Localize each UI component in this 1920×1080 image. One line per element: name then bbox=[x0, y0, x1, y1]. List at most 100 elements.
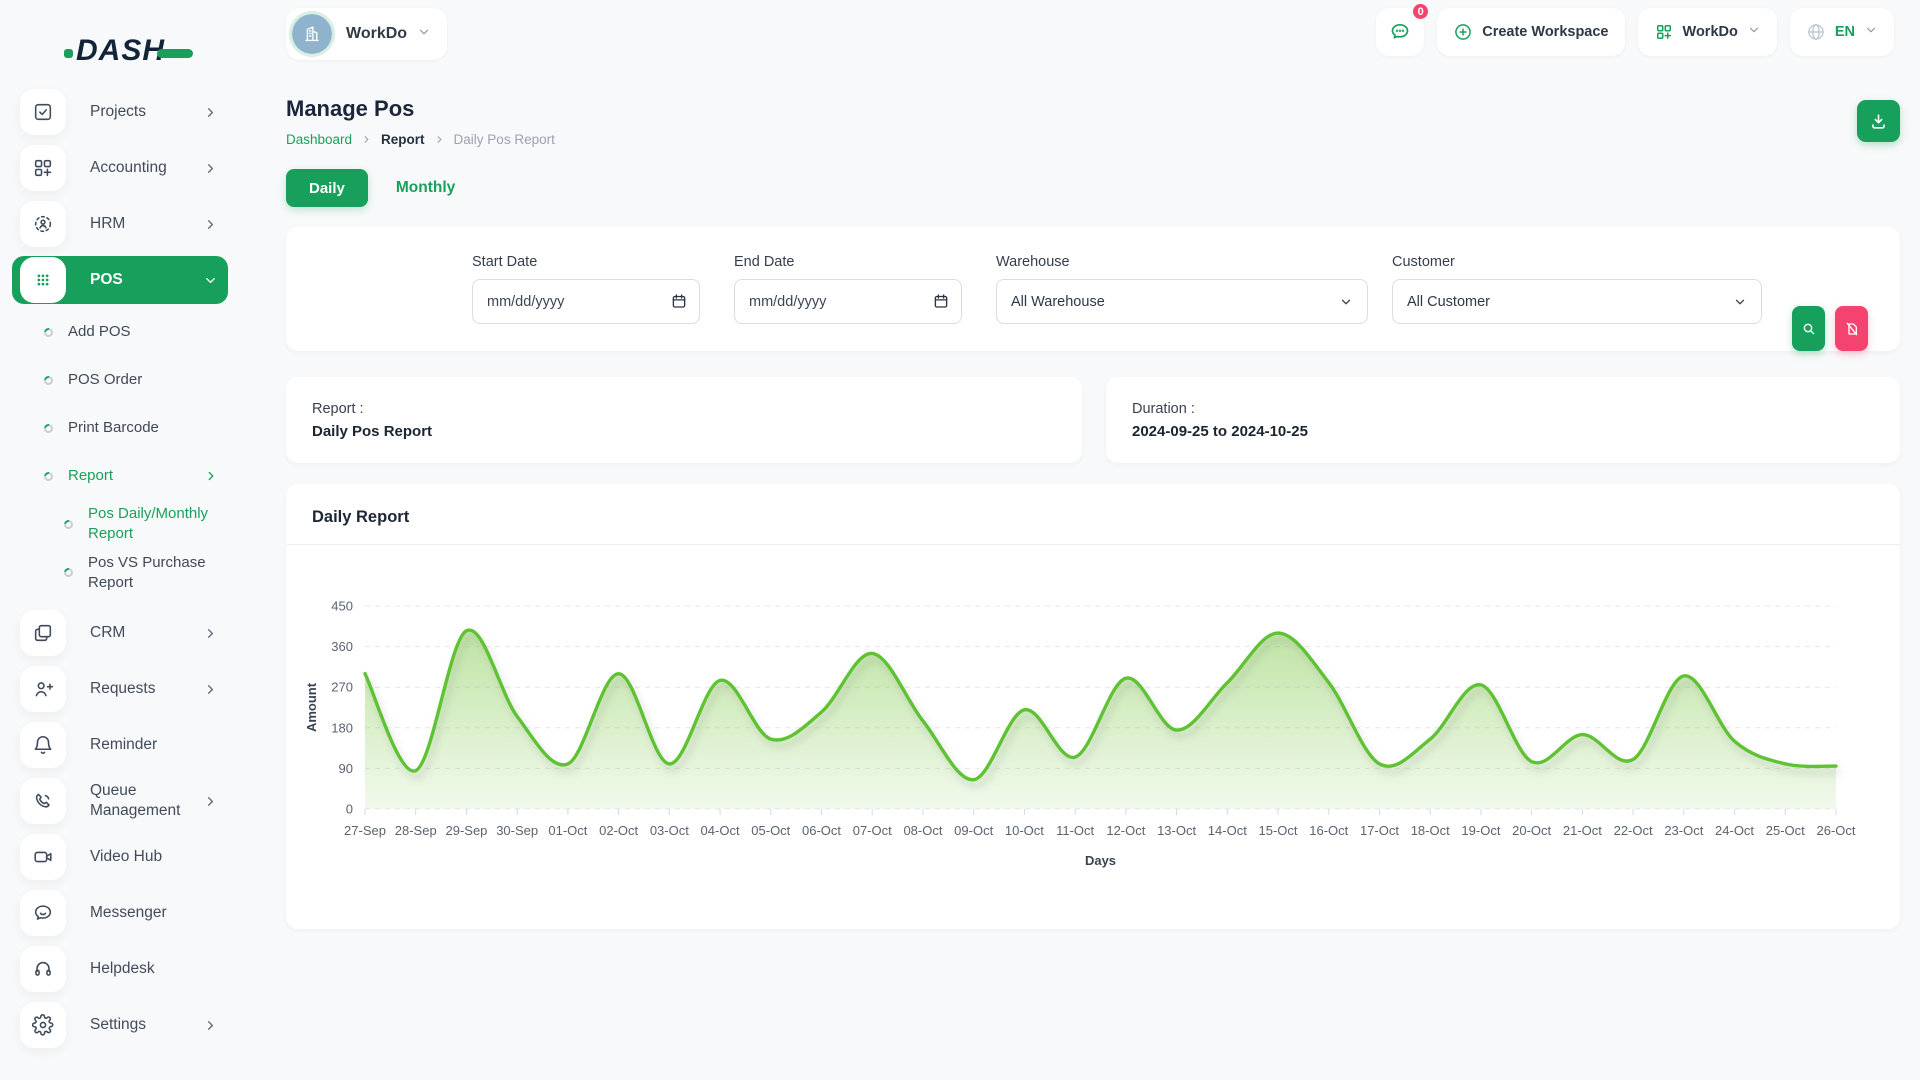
bullet-icon bbox=[62, 518, 75, 531]
page-header: Manage Pos Dashboard Report Daily Pos Re… bbox=[286, 96, 1900, 147]
svg-text:360: 360 bbox=[331, 639, 353, 654]
sidebar-subitem-print-barcode[interactable]: Print Barcode bbox=[12, 408, 228, 448]
start-date-label: Start Date bbox=[472, 254, 700, 270]
duration-summary-card: Duration : 2024-09-25 to 2024-10-25 bbox=[1106, 377, 1900, 463]
pos-icon bbox=[20, 257, 66, 303]
sidebar-item-messenger[interactable]: Messenger bbox=[12, 889, 228, 937]
daily-report-chart: 09018027036045027-Sep28-Sep29-Sep30-Sep0… bbox=[286, 545, 1900, 917]
svg-text:22-Oct: 22-Oct bbox=[1614, 823, 1653, 838]
reset-filter-button[interactable] bbox=[1835, 306, 1868, 351]
customer-select[interactable]: All Customer bbox=[1392, 279, 1762, 324]
svg-text:01-Oct: 01-Oct bbox=[548, 823, 587, 838]
workspace-switcher[interactable]: WorkDo bbox=[286, 8, 447, 60]
end-date-field: End Date bbox=[734, 254, 962, 324]
sidebar-item-queue-management[interactable]: Queue Management bbox=[12, 777, 228, 825]
report-period-tabs: Daily Monthly bbox=[286, 169, 1900, 207]
tab-monthly[interactable]: Monthly bbox=[396, 179, 455, 197]
bullet-icon bbox=[42, 374, 55, 387]
create-workspace-button[interactable]: Create Workspace bbox=[1437, 8, 1624, 56]
chevron-right-icon bbox=[203, 217, 218, 232]
svg-text:0: 0 bbox=[346, 802, 353, 817]
sidebar-subitem-pos-daily-monthly-report[interactable]: Pos Daily/Monthly Report bbox=[12, 504, 228, 545]
apply-filter-button[interactable] bbox=[1792, 306, 1825, 351]
svg-text:24-Oct: 24-Oct bbox=[1715, 823, 1754, 838]
warehouse-select[interactable]: All Warehouse bbox=[996, 279, 1368, 324]
accounting-icon bbox=[20, 145, 66, 191]
sidebar-subitem-add-pos[interactable]: Add POS bbox=[12, 312, 228, 352]
sidebar-item-projects[interactable]: Projects bbox=[12, 88, 228, 136]
sidebar-item-settings[interactable]: Settings bbox=[12, 1001, 228, 1049]
chevron-right-icon bbox=[434, 134, 445, 145]
projects-icon bbox=[20, 89, 66, 135]
download-report-button[interactable] bbox=[1857, 100, 1900, 142]
svg-text:25-Oct: 25-Oct bbox=[1766, 823, 1805, 838]
sidebar-item-helpdesk[interactable]: Helpdesk bbox=[12, 945, 228, 993]
svg-text:12-Oct: 12-Oct bbox=[1106, 823, 1145, 838]
chevron-right-icon bbox=[361, 134, 372, 145]
page-title: Manage Pos bbox=[286, 96, 555, 122]
svg-text:270: 270 bbox=[331, 680, 353, 695]
svg-text:Amount: Amount bbox=[304, 682, 319, 732]
brand-logo[interactable]: DASH bbox=[0, 22, 240, 80]
messages-button[interactable]: 0 bbox=[1376, 8, 1424, 56]
chevron-down-icon bbox=[203, 273, 218, 288]
hrm-icon bbox=[20, 201, 66, 247]
sidebar-item-reminder[interactable]: Reminder bbox=[12, 721, 228, 769]
svg-text:16-Oct: 16-Oct bbox=[1309, 823, 1348, 838]
download-icon bbox=[1869, 112, 1888, 131]
svg-text:21-Oct: 21-Oct bbox=[1563, 823, 1602, 838]
building-icon bbox=[301, 23, 323, 45]
sidebar-subitem-label: POS Order bbox=[68, 370, 142, 390]
svg-text:13-Oct: 13-Oct bbox=[1157, 823, 1196, 838]
svg-text:09-Oct: 09-Oct bbox=[954, 823, 993, 838]
chart-title: Daily Report bbox=[286, 484, 1900, 545]
breadcrumb-current: Daily Pos Report bbox=[454, 132, 555, 147]
sidebar-item-crm[interactable]: CRM bbox=[12, 609, 228, 657]
sidebar-subitem-pos-order[interactable]: POS Order bbox=[12, 360, 228, 400]
breadcrumb-dashboard[interactable]: Dashboard bbox=[286, 132, 352, 147]
workdo-menu-button[interactable]: WorkDo bbox=[1638, 8, 1777, 56]
logo-dot bbox=[64, 49, 73, 58]
workspace-name: WorkDo bbox=[346, 25, 407, 43]
sidebar-item-accounting[interactable]: Accounting bbox=[12, 144, 228, 192]
sidebar-item-pos[interactable]: POS bbox=[12, 256, 228, 304]
warehouse-field: Warehouse All Warehouse bbox=[996, 254, 1368, 324]
start-date-field: Start Date bbox=[472, 254, 700, 324]
sidebar-item-label: Queue Management bbox=[90, 781, 203, 821]
svg-text:14-Oct: 14-Oct bbox=[1208, 823, 1247, 838]
crm-icon bbox=[20, 610, 66, 656]
report-label: Report : bbox=[312, 401, 1056, 417]
sidebar-item-label: Messenger bbox=[90, 903, 167, 923]
svg-text:10-Oct: 10-Oct bbox=[1005, 823, 1044, 838]
chevron-right-icon bbox=[203, 105, 218, 120]
tab-daily[interactable]: Daily bbox=[286, 169, 368, 207]
breadcrumb-report[interactable]: Report bbox=[381, 132, 425, 147]
svg-text:08-Oct: 08-Oct bbox=[903, 823, 942, 838]
report-value: Daily Pos Report bbox=[312, 423, 1056, 440]
language-selector[interactable]: EN bbox=[1790, 8, 1894, 56]
chevron-right-icon bbox=[204, 469, 218, 483]
svg-text:450: 450 bbox=[331, 599, 353, 614]
bullet-icon bbox=[42, 422, 55, 435]
sidebar-item-label: Video Hub bbox=[90, 847, 162, 867]
end-date-input[interactable] bbox=[734, 279, 962, 324]
sidebar-subitem-report[interactable]: Report bbox=[12, 456, 228, 496]
topbar-actions: 0 Create Workspace WorkDo EN bbox=[1376, 8, 1894, 56]
chevron-down-icon bbox=[1864, 23, 1878, 41]
svg-text:19-Oct: 19-Oct bbox=[1461, 823, 1500, 838]
sidebar-subitem-label: Pos VS Purchase Report bbox=[88, 553, 228, 594]
start-date-input[interactable] bbox=[472, 279, 700, 324]
sidebar-subitem-pos-vs-purchase-report[interactable]: Pos VS Purchase Report bbox=[12, 553, 228, 594]
sidebar-item-video-hub[interactable]: Video Hub bbox=[12, 833, 228, 881]
grid-plus-icon bbox=[1654, 22, 1674, 42]
svg-text:02-Oct: 02-Oct bbox=[599, 823, 638, 838]
svg-text:20-Oct: 20-Oct bbox=[1512, 823, 1551, 838]
daily-report-card: Daily Report 09018027036045027-Sep28-Sep… bbox=[286, 484, 1900, 929]
warehouse-label: Warehouse bbox=[996, 254, 1368, 270]
logo-dash-bar bbox=[157, 49, 193, 58]
main-area: WorkDo 0 Create Workspace WorkDo bbox=[240, 0, 1920, 1080]
sidebar-item-hrm[interactable]: HRM bbox=[12, 200, 228, 248]
svg-text:90: 90 bbox=[339, 761, 353, 776]
svg-text:06-Oct: 06-Oct bbox=[802, 823, 841, 838]
sidebar-item-requests[interactable]: Requests bbox=[12, 665, 228, 713]
